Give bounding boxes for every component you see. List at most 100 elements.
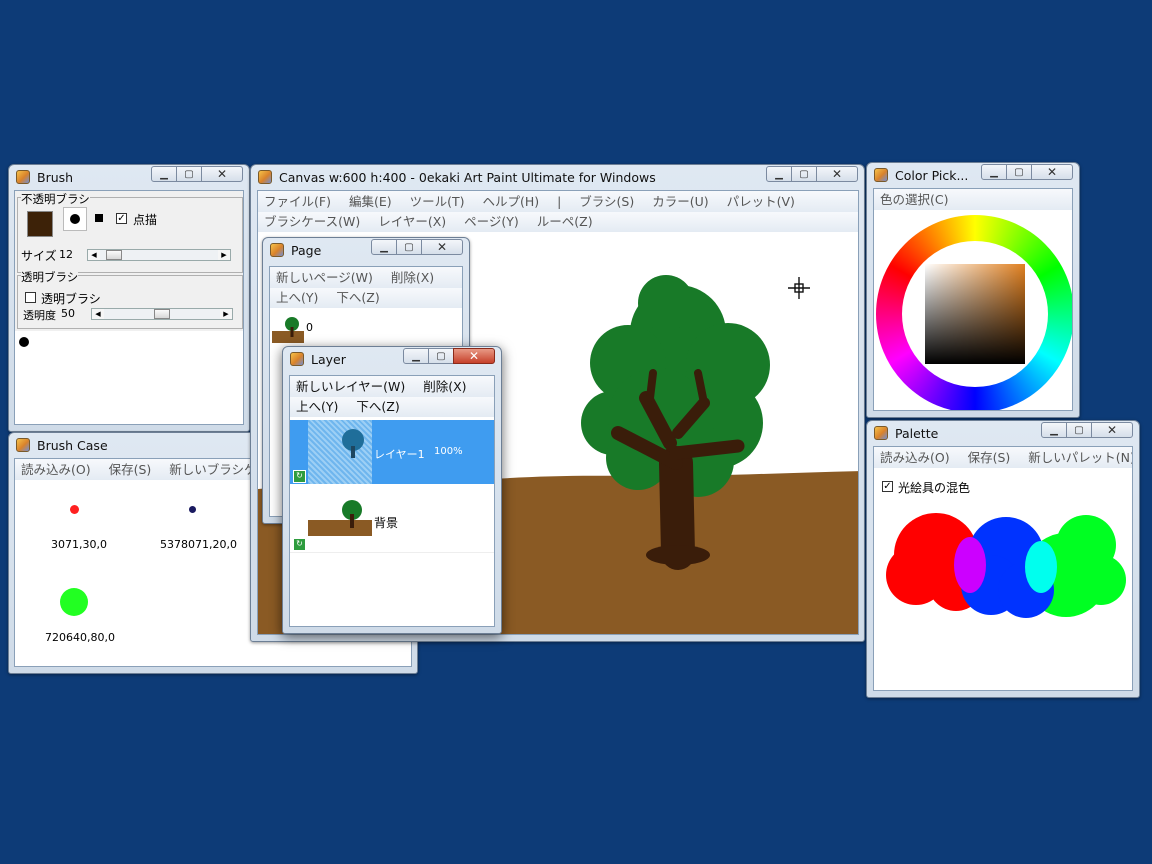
canvas-menubar-row2: ブラシケース(W) レイヤー(X) ページ(Y) ルーペ(Z) [258,212,858,232]
menu-save[interactable]: 保存(S) [968,450,1011,465]
palette-menubar: 読み込み(O) 保存(S) 新しいパレット(N) [874,447,1132,468]
layer-menubar-row2: 上へ(Y) 下へ(Z) [290,397,494,417]
close-button[interactable]: ✕ [453,348,495,364]
layer-client: 新しいレイヤー(W) 削除(X) 上へ(Y) 下へ(Z) レイヤー1 100% … [289,375,495,627]
saturation-value-square[interactable] [925,264,1025,364]
app-icon [258,170,272,184]
menu-palette[interactable]: パレット(V) [727,194,795,209]
light-mix-label: 光絵具の混色 [898,481,971,495]
square-tip-icon[interactable] [95,214,103,222]
menu-down[interactable]: 下へ(Z) [356,399,399,414]
layer-1-refresh-icon[interactable]: ↻ [293,470,306,483]
layer-titlebar[interactable]: Layer ▁ ▢ ✕ [283,347,501,371]
menu-up[interactable]: 上へ(Y) [296,399,338,414]
layer-1-label: レイヤー1 [374,448,425,461]
close-button[interactable]: ✕ [1031,164,1073,180]
menu-delete[interactable]: 削除(X) [391,270,434,285]
layer-row-1[interactable]: レイヤー1 100% ↻ [290,420,494,484]
menu-tool[interactable]: ツール(T) [410,194,465,209]
menu-layer[interactable]: レイヤー(X) [378,214,446,229]
close-button[interactable]: ✕ [201,166,243,182]
menu-down[interactable]: 下へ(Z) [336,290,379,305]
menu-file[interactable]: ファイル(F) [264,194,331,209]
menu-new-layer[interactable]: 新しいレイヤー(W) [296,379,405,394]
brush-case-item-3-swatch[interactable] [60,588,88,616]
layer-window: Layer ▁ ▢ ✕ 新しいレイヤー(W) 削除(X) 上へ(Y) 下へ(Z)… [282,346,502,634]
page-title: Page [291,243,322,258]
layer-row-2[interactable]: 背景 ↻ [290,488,494,553]
maximize-button[interactable]: ▢ [1006,164,1032,180]
menu-new-palette[interactable]: 新しいパレット(N) [1028,450,1132,465]
menu-brush[interactable]: ブラシ(S) [579,194,634,209]
page-titlebar[interactable]: Page ▁ ▢ ✕ [263,238,469,262]
menu-up[interactable]: 上へ(Y) [276,290,318,305]
minimize-button[interactable]: ▁ [766,166,792,182]
opacity-slider[interactable]: ◀ ▶ [91,308,233,320]
layer-2-refresh-icon[interactable]: ↻ [293,538,306,551]
color-picker-titlebar[interactable]: Color Pick... ▁ ▢ ✕ [867,163,1079,187]
color-picker-client: 色の選択(C) [873,188,1073,411]
transparent-brush-checkbox[interactable] [25,292,36,303]
menu-color[interactable]: カラー(U) [652,194,708,209]
maximize-button[interactable]: ▢ [396,239,422,255]
brush-color-swatch[interactable] [27,211,53,237]
size-label: サイズ [21,249,57,263]
opacity-label: 透明度 [23,309,56,322]
brush-case-item-1-swatch[interactable] [70,505,79,514]
app-icon [16,438,30,452]
opacity-slider-thumb[interactable] [154,309,170,319]
minimize-button[interactable]: ▁ [151,166,177,182]
canvas-titlebar[interactable]: Canvas w:600 h:400 - 0ekaki Art Paint Ul… [251,165,864,189]
minimize-button[interactable]: ▁ [403,348,429,364]
scroll-right-icon[interactable]: ▶ [220,309,232,319]
app-icon [874,168,888,182]
close-button[interactable]: ✕ [816,166,858,182]
brush-title: Brush [37,170,74,185]
menu-select-color[interactable]: 色の選択(C) [880,192,948,207]
minimize-button[interactable]: ▁ [371,239,397,255]
round-tip-button[interactable] [63,207,87,231]
menu-new-page[interactable]: 新しいページ(W) [276,270,373,285]
canvas-menubar-row1: ファイル(F) 編集(E) ツール(T) ヘルプ(H) | ブラシ(S) カラー… [258,191,858,212]
brush-case-item-2-swatch[interactable] [189,506,196,513]
maximize-button[interactable]: ▢ [1066,422,1092,438]
menu-page[interactable]: ページ(Y) [464,214,519,229]
menu-help[interactable]: ヘルプ(H) [482,194,539,209]
page-menubar-row2: 上へ(Y) 下へ(Z) [270,288,462,308]
palette-client: 読み込み(O) 保存(S) 新しいパレット(N) ✓ 光絵具の混色 [873,446,1133,691]
menu-delete[interactable]: 削除(X) [423,379,466,394]
size-value: 12 [59,248,73,261]
dot-mode-checkbox[interactable]: ✓ [116,213,127,224]
opaque-brush-group-label: 不透明ブラシ [21,191,90,207]
menu-load[interactable]: 読み込み(O) [880,450,950,465]
palette-titlebar[interactable]: Palette ▁ ▢ ✕ [867,421,1139,445]
menu-save[interactable]: 保存(S) [109,462,152,477]
layer-1-thumbnail [308,420,372,484]
maximize-button[interactable]: ▢ [791,166,817,182]
menu-brush-case[interactable]: ブラシケース(W) [264,214,360,229]
scroll-right-icon[interactable]: ▶ [218,250,230,260]
maximize-button[interactable]: ▢ [428,348,454,364]
size-slider[interactable]: ◀ ▶ [87,249,231,261]
brush-case-item-2-label: 5378071,20,0 [160,538,237,551]
minimize-button[interactable]: ▁ [1041,422,1067,438]
close-button[interactable]: ✕ [1091,422,1133,438]
scroll-left-icon[interactable]: ◀ [92,309,104,319]
close-button[interactable]: ✕ [421,239,463,255]
brush-case-item-1-label: 3071,30,0 [51,538,107,551]
brush-titlebar[interactable]: Brush ▁ ▢ ✕ [9,165,249,189]
scroll-left-icon[interactable]: ◀ [88,250,100,260]
menu-loupe[interactable]: ルーペ(Z) [537,214,593,229]
round-tip-icon [70,214,80,224]
menu-edit[interactable]: 編集(E) [349,194,392,209]
hue-ring[interactable] [876,215,1072,410]
minimize-button[interactable]: ▁ [981,164,1007,180]
layer-2-label: 背景 [374,516,399,530]
page-item[interactable]: 0 [272,315,452,345]
layer-2-thumbnail [308,500,372,536]
light-mix-checkbox[interactable]: ✓ [882,481,893,492]
palette-mixing-area[interactable] [876,495,1133,625]
menu-load[interactable]: 読み込み(O) [21,462,91,477]
maximize-button[interactable]: ▢ [176,166,202,182]
size-slider-thumb[interactable] [106,250,122,260]
